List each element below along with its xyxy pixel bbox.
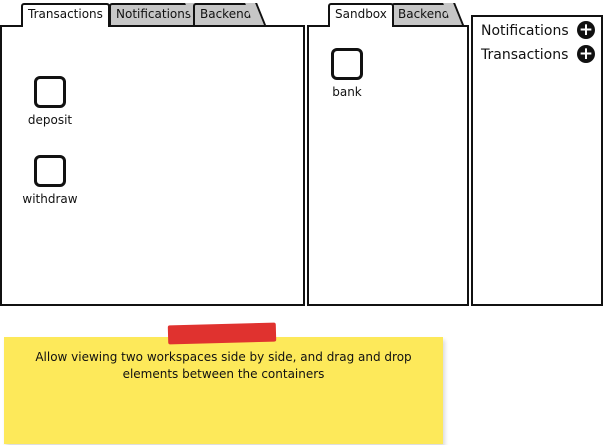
tab-sandbox[interactable]: Sandbox (328, 3, 394, 27)
withdraw-label: withdraw (22, 192, 78, 206)
bank-label: bank (332, 85, 362, 99)
sticky-note: Allow viewing two workspaces side by sid… (4, 337, 443, 444)
mockup-canvas: Transactions Notifications Backend depos… (0, 0, 605, 445)
deposit-item[interactable]: deposit (26, 76, 74, 127)
tab-notifications[interactable]: Notifications (109, 3, 199, 25)
plus-circle-icon[interactable]: + (577, 21, 595, 39)
list-item-label: Notifications (481, 23, 569, 39)
square-block-icon (34, 155, 66, 187)
tab-label: Sandbox (335, 7, 387, 21)
tab-transactions[interactable]: Transactions (21, 3, 110, 27)
deposit-label: deposit (27, 113, 73, 127)
square-block-icon (34, 76, 66, 108)
sticky-note-text: Allow viewing two workspaces side by sid… (35, 350, 412, 381)
tab-backend[interactable]: Backend (391, 3, 457, 25)
withdraw-item[interactable]: withdraw (20, 155, 80, 206)
bank-item[interactable]: bank (327, 48, 367, 99)
left-workspace-panel[interactable]: deposit withdraw (0, 25, 305, 306)
tab-label: Transactions (28, 7, 103, 21)
note-tape (167, 322, 277, 345)
tab-label: Backend (398, 7, 450, 21)
add-notifications-row[interactable]: Notifications + (481, 21, 595, 41)
add-transactions-row[interactable]: Transactions + (481, 45, 595, 65)
middle-workspace-panel[interactable]: bank (307, 25, 469, 306)
tab-label: Notifications (116, 7, 192, 21)
list-item-label: Transactions (481, 47, 569, 63)
plus-circle-icon[interactable]: + (577, 45, 595, 63)
tab-backend[interactable]: Backend (193, 3, 259, 25)
workspace-list-panel: Notifications + Transactions + (471, 15, 603, 306)
tab-label: Backend (200, 7, 252, 21)
square-block-icon (331, 48, 363, 80)
